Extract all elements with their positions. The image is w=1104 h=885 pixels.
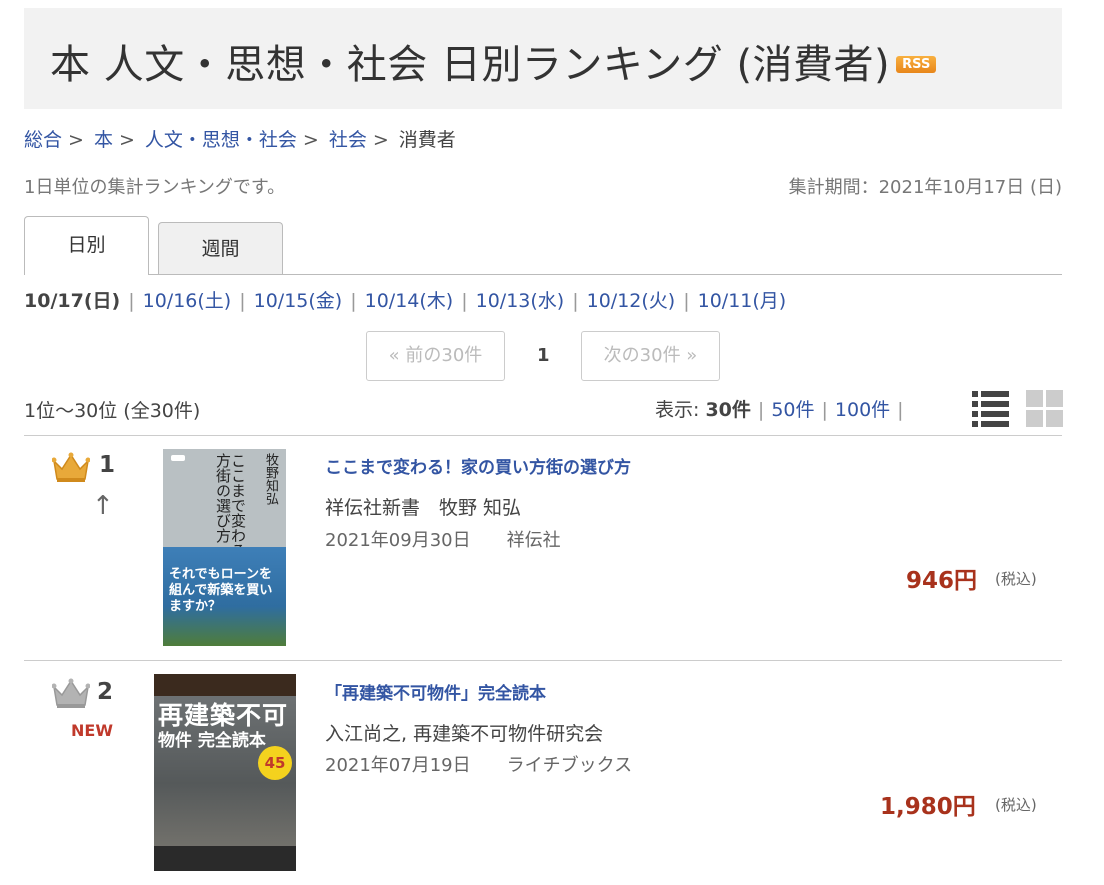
date-link[interactable]: 10/14(木): [365, 290, 454, 312]
rank-up-arrow-icon: ↑: [92, 491, 114, 521]
grid-view-icon[interactable]: [1026, 389, 1063, 427]
ranking-description: 1日単位の集計ランキングです。: [24, 177, 286, 198]
publisher: ライチブックス: [506, 755, 633, 776]
tabs-divider: [24, 274, 1062, 275]
breadcrumb-link-books[interactable]: 本: [94, 129, 113, 151]
book-price: 1,980円: [880, 794, 976, 820]
tax-label: (税込): [995, 570, 1037, 588]
cover-series-mark: [171, 455, 185, 461]
page-title: 本 人文・思想・社会 日別ランキング (消費者) RSS: [50, 32, 937, 90]
date-selector: 10/17(日) | 10/16(土) | 10/15(金) | 10/14(木) | 10/1…: [24, 290, 787, 312]
list-divider: [24, 435, 1062, 436]
breadcrumb-separator: >: [118, 129, 135, 151]
book-author[interactable]: 祥伝社新書 牧野 知弘: [325, 493, 521, 520]
page-header: 本 人文・思想・社会 日別ランキング (消費者) RSS: [24, 8, 1062, 109]
book-cover-image[interactable]: ここまで変わる！家の買い方街の選び方 牧野知弘 それでもローンを組んで新築を買い…: [163, 449, 286, 646]
date-link[interactable]: 10/15(金): [254, 290, 343, 312]
publisher: 祥伝社: [506, 530, 561, 551]
book-title-link[interactable]: 「再建築不可物件」完全読本: [325, 679, 546, 704]
breadcrumb-current: 消費者: [398, 129, 456, 151]
display-option-50[interactable]: 50件: [771, 399, 814, 421]
prev-page-button: « 前の30件: [366, 331, 505, 381]
display-option-selected: 30件: [705, 399, 751, 421]
book-release-info: 2021年09月30日 祥伝社: [325, 526, 561, 552]
silver-crown-icon: [52, 678, 90, 708]
book-cover-image[interactable]: 再建築不可 物件 完全読本 45: [154, 674, 296, 871]
cover-sub-text: 物件 完全読本: [158, 731, 266, 751]
date-link[interactable]: 10/11(月): [698, 290, 787, 312]
cover-band-text: それでもローンを組んで新築を買いますか？: [169, 567, 273, 614]
rank-number: 1: [99, 452, 116, 478]
release-date: 2021年07月19日: [325, 755, 471, 776]
book-author[interactable]: 入江尚之, 再建築不可物件研究会: [325, 719, 603, 746]
breadcrumb-separator: >: [302, 129, 319, 151]
release-date: 2021年09月30日: [325, 530, 471, 551]
rank-number: 2: [97, 679, 114, 705]
breadcrumb-link-all[interactable]: 総合: [24, 129, 62, 151]
tab-daily[interactable]: 日別: [24, 216, 149, 275]
date-current: 10/17(日): [24, 290, 121, 312]
breadcrumb-separator: >: [68, 129, 84, 151]
next-page-button: 次の30件 »: [581, 331, 720, 381]
page-title-text: 本 人文・思想・社会 日別ランキング (消費者): [50, 42, 891, 88]
breadcrumb-link-humanities[interactable]: 人文・思想・社会: [145, 129, 297, 151]
ranking-period: 集計期間：2021年10月17日 (日): [788, 177, 1062, 198]
book-title-link[interactable]: ここまで変わる！家の買い方街の選び方: [325, 453, 631, 478]
display-count-selector: 表示: 30件 | 50件 | 100件 |: [655, 399, 904, 421]
breadcrumb-link-society[interactable]: 社会: [329, 129, 367, 151]
cover-author-text: 牧野知弘: [263, 453, 278, 505]
current-page-number: 1: [537, 345, 550, 366]
result-range: 1位～30位 (全30件): [24, 400, 201, 422]
list-view-icon[interactable]: [972, 389, 1009, 427]
cover-badge: 45: [258, 746, 292, 780]
breadcrumb-separator: >: [372, 129, 389, 151]
breadcrumb: 総合 > 本 > 人文・思想・社会 > 社会 > 消費者: [24, 125, 456, 152]
tax-label: (税込): [995, 796, 1037, 814]
list-divider: [24, 660, 1062, 661]
book-price: 946円: [906, 568, 978, 594]
date-link[interactable]: 10/12(火): [587, 290, 676, 312]
date-link[interactable]: 10/16(土): [143, 290, 232, 312]
book-release-info: 2021年07月19日 ライチブックス: [325, 751, 632, 777]
date-link[interactable]: 10/13(水): [476, 290, 565, 312]
cover-footer-band: [154, 846, 296, 871]
display-label: 表示:: [655, 399, 700, 421]
rss-icon[interactable]: RSS: [896, 56, 937, 73]
new-badge: NEW: [71, 721, 113, 740]
tab-weekly[interactable]: 週間: [158, 222, 283, 274]
display-option-100[interactable]: 100件: [835, 399, 890, 421]
gold-crown-icon: [52, 452, 90, 482]
cover-header-band: [154, 674, 296, 696]
